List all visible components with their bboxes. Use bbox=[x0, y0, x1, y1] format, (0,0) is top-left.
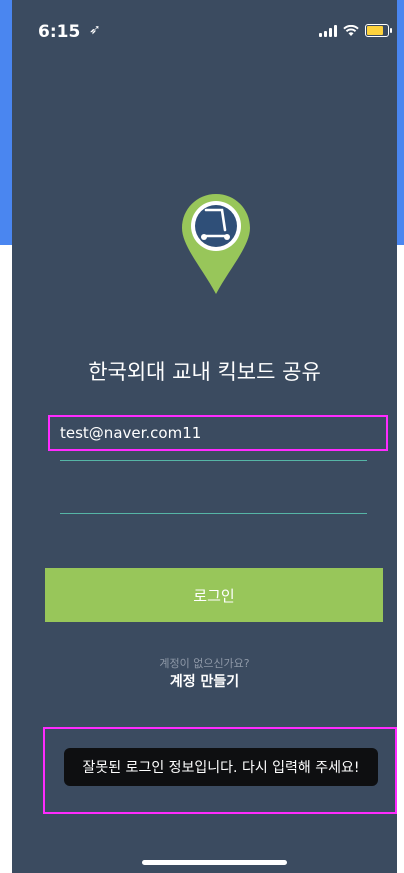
wifi-icon bbox=[343, 24, 359, 36]
home-indicator[interactable] bbox=[142, 860, 287, 865]
create-account-link[interactable]: 계정 만들기 bbox=[12, 671, 397, 691]
error-toast-message: 잘못된 로그인 정보입니다. 다시 입력해 주세요! bbox=[82, 760, 360, 776]
email-field-underline bbox=[60, 460, 367, 461]
location-arrow-icon: ➶ bbox=[89, 22, 101, 38]
password-field-underline bbox=[60, 513, 367, 514]
scooter-location-pin-icon bbox=[182, 194, 250, 294]
app-title: 한국외대 교내 킥보드 공유 bbox=[88, 360, 321, 384]
email-field[interactable] bbox=[48, 415, 388, 451]
signup-question: 계정이 없으신가요? bbox=[159, 657, 250, 670]
login-screen: 6:15 ➶ 한국외대 교내 킥보드 공유 로그인 계정이 없으신가요? 계정 … bbox=[12, 0, 397, 873]
login-button[interactable]: 로그인 bbox=[45, 568, 383, 622]
password-field[interactable] bbox=[60, 480, 371, 512]
status-time: 6:15 bbox=[38, 22, 81, 42]
cellular-signal-icon bbox=[319, 24, 337, 37]
battery-icon bbox=[365, 24, 392, 37]
status-icons bbox=[319, 24, 392, 37]
error-toast: 잘못된 로그인 정보입니다. 다시 입력해 주세요! bbox=[64, 748, 378, 786]
